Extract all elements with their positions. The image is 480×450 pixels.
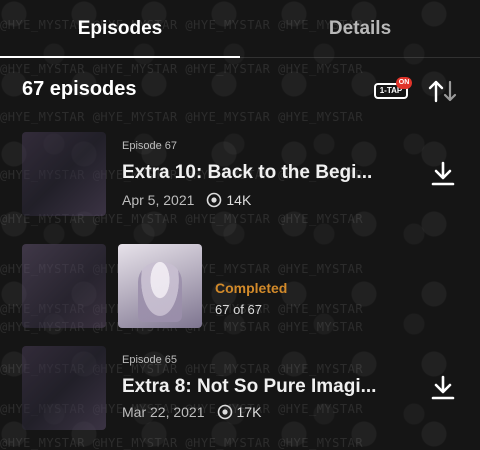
episode-list-header: 67 episodes 1-TAP ON [0,70,480,112]
tab-divider [0,57,480,58]
episode-number: Episode 65 [122,354,178,366]
episode-row[interactable]: Episode 65 Extra 8: Not So Pure Imagi...… [0,336,480,450]
tab-details[interactable]: Details [240,0,480,58]
tab-bar: Episodes Details [0,0,480,58]
views-count: 17K [236,404,262,420]
episode-number: Episode 67 [122,140,178,152]
episode-title: Extra 8: Not So Pure Imagi... [122,376,377,397]
cover-illustration [138,262,182,322]
download-icon[interactable] [430,374,456,402]
views-count: 14K [226,192,252,208]
series-progress: 67 of 67 [215,302,262,317]
episode-title: Extra 10: Back to the Begi... [122,162,373,183]
episode-thumbnail [22,346,106,430]
download-icon[interactable] [430,160,456,188]
one-tap-toggle[interactable]: 1-TAP ON [374,77,412,105]
views-eye-icon [207,192,222,208]
series-status: Completed [215,280,288,296]
sort-arrows-icon[interactable] [428,79,458,103]
views-eye-icon [217,404,232,420]
series-status-row: Completed 67 of 67 [0,236,480,336]
episode-thumbnail [22,132,106,216]
episode-date: Apr 5, 2021 [122,192,195,208]
episode-count: 67 episodes [22,78,137,100]
one-tap-on-badge: ON [396,77,412,89]
episode-views: 14K [206,192,251,208]
series-cover-image [118,244,202,328]
episode-meta: Mar 22, 2021 17K [122,404,261,420]
episode-views: 17K [217,404,262,420]
episode-row[interactable]: Episode 67 Extra 10: Back to the Begi...… [0,120,480,224]
tab-episodes[interactable]: Episodes [0,0,240,58]
series-background-thumbnail [22,244,106,328]
episode-meta: Apr 5, 2021 14K [122,192,251,208]
episode-date: Mar 22, 2021 [122,404,205,420]
